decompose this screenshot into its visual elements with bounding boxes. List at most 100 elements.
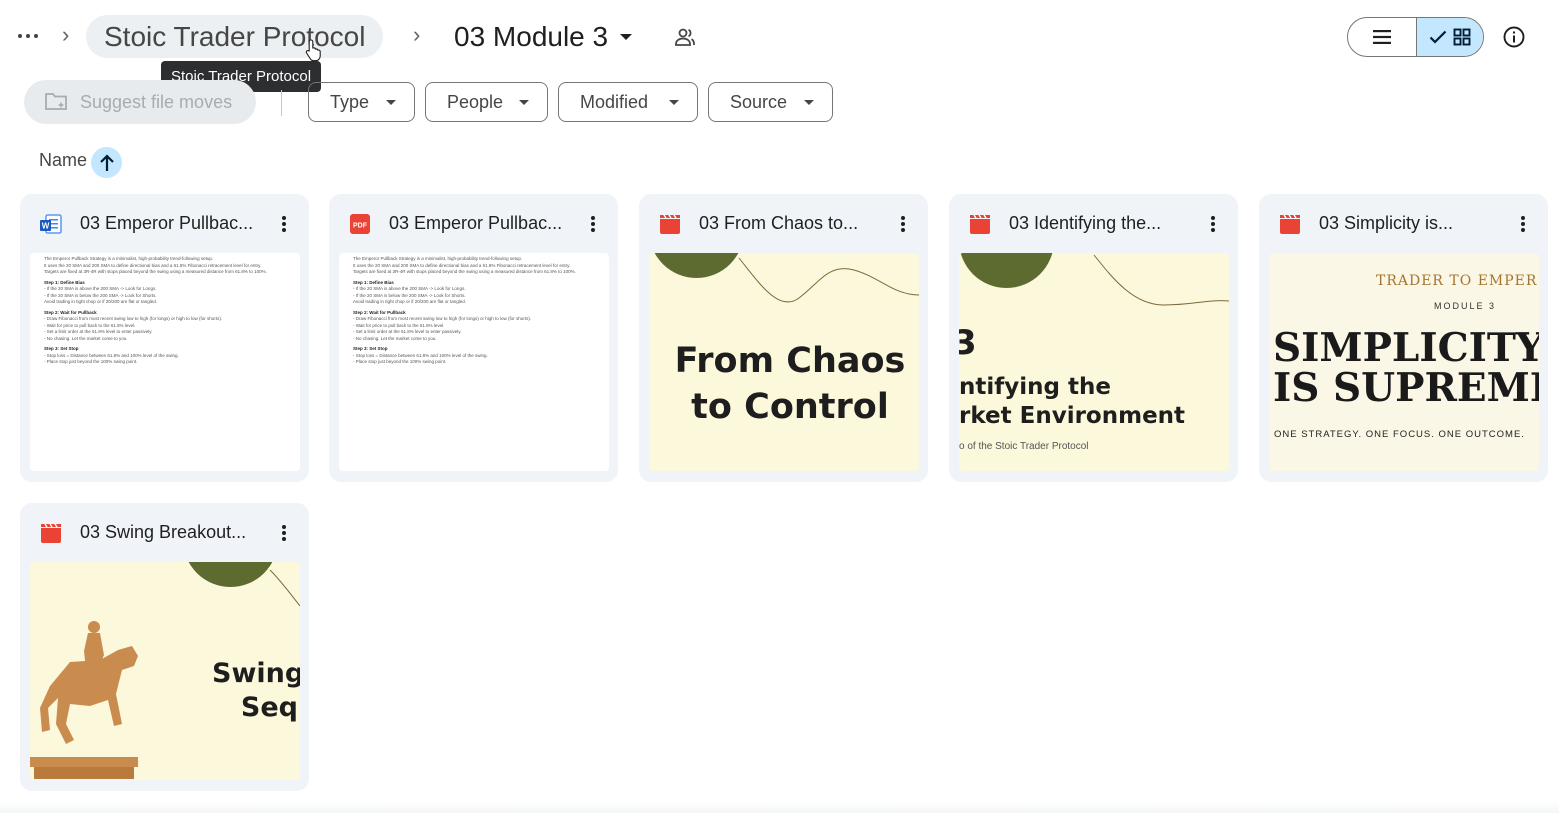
doc-preview-line: Targets are fixed at 3R-4R with stops pl…	[353, 269, 576, 274]
list-view-button[interactable]	[1348, 18, 1416, 56]
video-icon	[970, 214, 990, 234]
word-doc-icon: W	[40, 214, 62, 234]
type-filter-label: Type	[330, 91, 370, 112]
file-card-header: 03 Swing Breakout...	[20, 503, 309, 561]
slide-kicker: TRADER TO EMPER	[1376, 273, 1538, 289]
file-thumbnail-video: 3 ntifying the rket Environment o of the…	[959, 253, 1229, 471]
grid-view-button[interactable]	[1416, 18, 1483, 56]
file-name: 03 Identifying the...	[1009, 213, 1162, 233]
slide-subtitle: o of the Stoic Trader Protocol	[959, 441, 1089, 452]
more-actions-icon[interactable]	[276, 214, 292, 234]
breadcrumb-current[interactable]: 03 Module 3	[454, 15, 633, 58]
slide-title-line2: Seq	[240, 692, 298, 723]
file-card-video[interactable]: 03 Identifying the... 3 ntifying the rke…	[949, 194, 1238, 482]
file-card-video[interactable]: 03 Swing Breakout... Swing Seq	[20, 503, 309, 791]
slide-title-line1: ntifying the	[959, 374, 1111, 400]
slide-module-number: 3	[959, 323, 977, 363]
caret-down-icon	[620, 33, 633, 40]
breadcrumb-parent[interactable]: Stoic Trader Protocol	[86, 15, 384, 58]
file-thumbnail-video: Swing Seq	[30, 562, 300, 780]
file-thumbnail-pdf: The Emperor Pullback Strategy is a minim…	[339, 253, 609, 471]
doc-preview-line: - Place stop just beyond the 100% swing …	[44, 359, 138, 364]
slide-title-line1: From Chaos	[674, 341, 906, 381]
hand-cursor-icon	[305, 39, 321, 62]
file-name: 03 Swing Breakout...	[80, 522, 247, 542]
more-actions-icon[interactable]	[585, 214, 601, 234]
chevron-right-icon: ›	[413, 22, 421, 47]
file-name: 03 Simplicity is...	[1319, 213, 1454, 233]
more-actions-icon[interactable]	[895, 214, 911, 234]
file-card-video[interactable]: 03 From Chaos to... From Chaos to Contro…	[639, 194, 928, 482]
chevron-right-icon: ›	[62, 22, 70, 47]
source-filter-chip[interactable]: Source	[708, 82, 833, 122]
type-filter-chip[interactable]: Type	[308, 82, 415, 122]
file-card-header: 03 From Chaos to...	[639, 194, 928, 252]
file-thumbnail-video: From Chaos to Control	[649, 253, 919, 471]
file-card-header: 03 Identifying the...	[949, 194, 1238, 252]
caret-down-icon	[386, 99, 396, 105]
file-card-header: 03 Simplicity is...	[1259, 194, 1548, 252]
equestrian-statue-illustration	[30, 621, 138, 779]
doc-preview-line: Targets are fixed at 3R-4R with stops pl…	[44, 269, 267, 274]
doc-preview-line: Avoid trading in tight chop or if 20/200…	[353, 299, 466, 304]
video-icon	[41, 523, 61, 543]
slide-tagline: ONE STRATEGY. ONE FOCUS. ONE OUTCOME.	[1274, 429, 1525, 440]
file-card-video[interactable]: 03 Simplicity is... TRADER TO EMPER MODU…	[1259, 194, 1548, 482]
slide-module-label: MODULE 3	[1434, 301, 1497, 311]
more-actions-icon[interactable]	[1205, 214, 1221, 234]
file-card-header: W 03 Emperor Pullbac...	[20, 194, 309, 252]
file-thumbnail-doc: The Emperor Pullback Strategy is a minim…	[30, 253, 300, 471]
decorative-curve	[1093, 254, 1229, 306]
suggest-file-moves-button[interactable]: Suggest file moves	[24, 80, 256, 124]
doc-preview-line: - No chasing. Let the market come to you…	[44, 335, 128, 341]
caret-down-icon	[669, 99, 679, 105]
modified-filter-label: Modified	[580, 91, 649, 112]
file-thumbnail-video: TRADER TO EMPER MODULE 3 SIMPLICITY IS S…	[1269, 253, 1539, 471]
check-icon	[1429, 30, 1447, 44]
arrow-up-icon	[99, 153, 114, 171]
slide-title-line1: Swing	[212, 658, 300, 689]
file-card-word[interactable]: W 03 Emperor Pullbac... The Emperor Pull…	[20, 194, 309, 482]
slide-title-line1: SIMPLICITY	[1273, 325, 1539, 371]
doc-preview-line: - Place stop just beyond the 100% swing …	[353, 359, 447, 364]
people-filter-chip[interactable]: People	[425, 82, 548, 122]
info-icon[interactable]	[1502, 25, 1526, 49]
people-filter-label: People	[447, 91, 504, 112]
list-icon	[1373, 30, 1391, 44]
grid-icon	[1453, 28, 1471, 46]
decorative-curve	[269, 569, 300, 607]
file-card-header: PDF 03 Emperor Pullbac...	[329, 194, 618, 252]
svg-text:PDF: PDF	[353, 223, 368, 230]
file-name: 03 Emperor Pullbac...	[389, 213, 563, 233]
sort-direction-button[interactable]	[91, 147, 122, 178]
more-actions-icon[interactable]	[1515, 214, 1531, 234]
pdf-icon: PDF	[350, 214, 370, 234]
source-filter-label: Source	[730, 91, 788, 112]
caret-down-icon	[519, 99, 529, 105]
doc-preview-line: Avoid trading in tight chop or if 20/200…	[44, 299, 157, 304]
svg-text:W: W	[42, 222, 50, 231]
video-icon	[1280, 214, 1300, 234]
suggest-file-moves-label: Suggest file moves	[80, 91, 233, 112]
more-breadcrumbs-button[interactable]	[14, 24, 42, 48]
scroll-edge	[0, 801, 1559, 813]
folder-suggest-icon	[45, 93, 67, 110]
view-toggle[interactable]	[1347, 17, 1484, 57]
file-name: 03 From Chaos to...	[699, 213, 859, 233]
slide-title-line2: rket Environment	[959, 403, 1186, 429]
more-actions-icon[interactable]	[276, 523, 292, 543]
modified-filter-chip[interactable]: Modified	[558, 82, 698, 122]
file-name: 03 Emperor Pullbac...	[80, 213, 254, 233]
breadcrumb-parent-label: Stoic Trader Protocol	[104, 21, 366, 52]
slide-title-line2: to Control	[691, 387, 889, 427]
breadcrumb-current-label: 03 Module 3	[454, 21, 609, 52]
slide-title-line2: IS SUPREME	[1273, 365, 1539, 411]
sort-by-name-label[interactable]: Name	[39, 150, 87, 171]
shared-folder-icon[interactable]	[673, 25, 697, 49]
decorative-curve	[738, 257, 919, 303]
caret-down-icon	[804, 99, 814, 105]
video-icon	[660, 214, 680, 234]
doc-preview-line: - No chasing. Let the market come to you…	[353, 335, 437, 341]
toolbar-divider	[281, 90, 282, 116]
file-card-pdf[interactable]: PDF 03 Emperor Pullbac... The Emperor Pu…	[329, 194, 618, 482]
